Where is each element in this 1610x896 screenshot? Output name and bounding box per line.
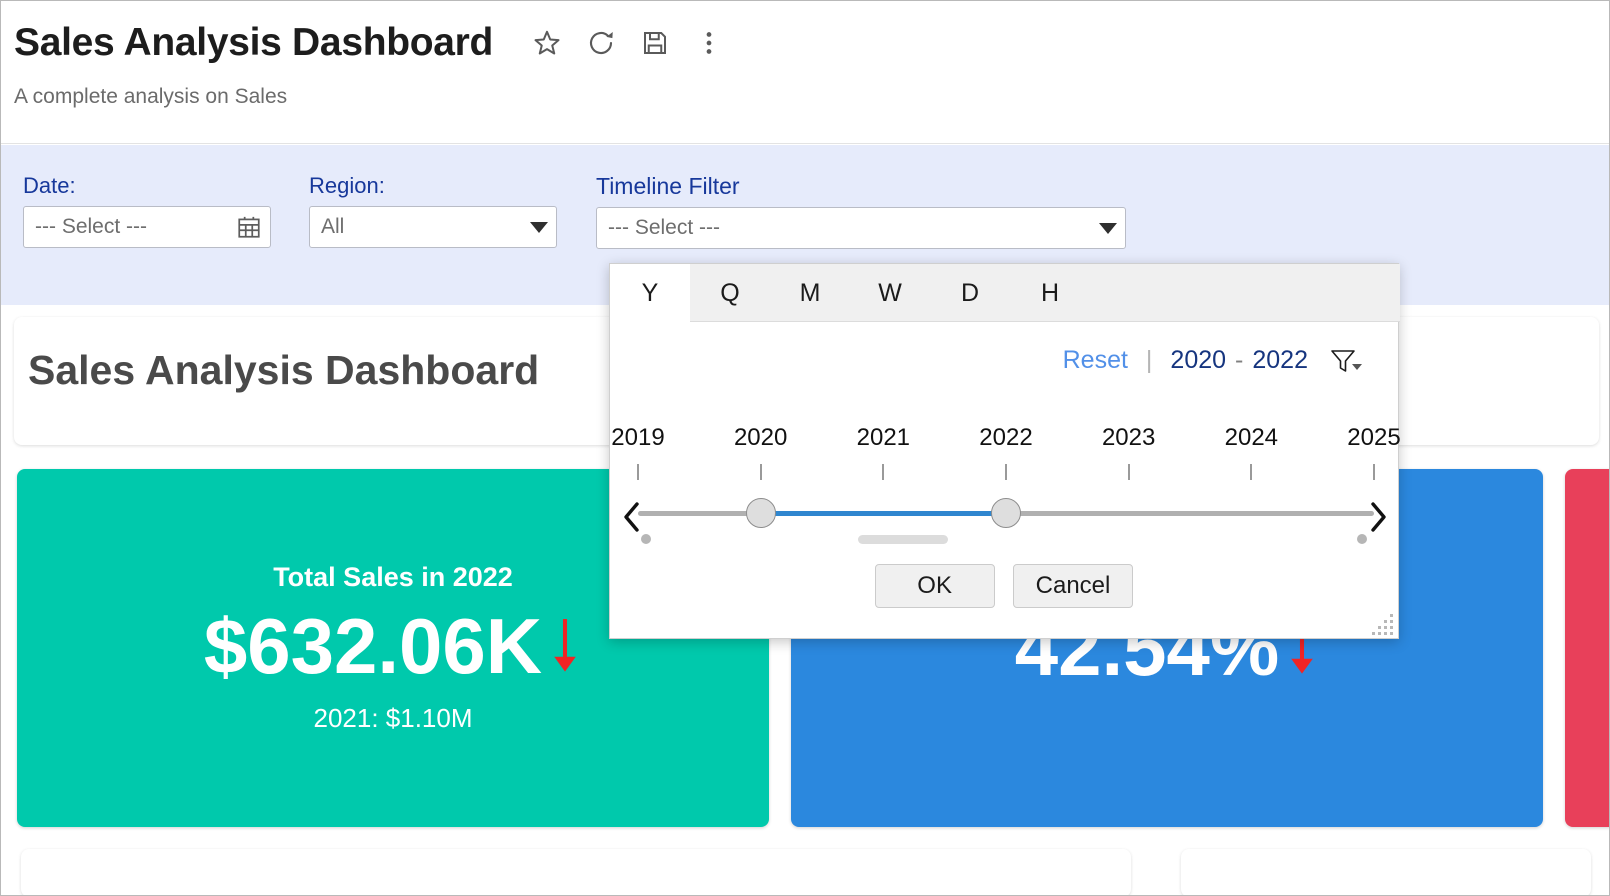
tick-mark [1250, 464, 1252, 480]
tab-week[interactable]: W [850, 264, 930, 322]
app-header: Sales Analysis Dashboard [1, 1, 1610, 144]
ok-button[interactable]: OK [875, 564, 995, 608]
refresh-icon[interactable] [586, 28, 616, 58]
kpi-card-third[interactable] [1565, 469, 1610, 827]
kpi-value-row: $632.06K [204, 607, 582, 685]
bottom-chart-card-left[interactable] [21, 849, 1131, 896]
bottom-chart-card-right[interactable] [1181, 849, 1591, 896]
kpi-subtext: 2021: $1.10M [313, 703, 472, 734]
chevron-down-icon[interactable] [1099, 223, 1117, 234]
range-end-value[interactable]: 2022 [1252, 346, 1308, 375]
tick-label: 2021 [857, 424, 910, 452]
tab-quarter[interactable]: Q [690, 264, 770, 322]
chevron-left-icon[interactable] [618, 500, 646, 534]
timeline-filter-group: Timeline Filter --- Select --- [596, 173, 1126, 249]
chevron-right-icon[interactable] [1364, 500, 1392, 534]
tick-mark [760, 464, 762, 480]
timeline-slider [610, 490, 1400, 544]
dashboard-title: Sales Analysis Dashboard [28, 347, 539, 394]
date-input[interactable]: --- Select --- [23, 206, 271, 248]
tick-label: 2024 [1225, 424, 1278, 452]
page-title: Sales Analysis Dashboard [14, 23, 493, 62]
chevron-down-icon[interactable] [530, 222, 548, 233]
header-actions [532, 28, 724, 58]
scroll-dot-right [1357, 534, 1367, 544]
timeline-tick-marks [638, 464, 1374, 480]
popup-actions: OK Cancel [610, 564, 1398, 608]
tick-mark [882, 464, 884, 480]
dashboard-screen: Sales Analysis Dashboard [0, 0, 1610, 896]
slider-handle-start[interactable] [746, 498, 776, 528]
funnel-icon[interactable] [1330, 347, 1362, 375]
date-input-value: --- Select --- [35, 215, 236, 239]
slider-handle-end[interactable] [991, 498, 1021, 528]
tab-month[interactable]: M [770, 264, 850, 322]
region-filter-label: Region: [309, 173, 557, 199]
region-select[interactable]: All [309, 206, 557, 248]
tab-hour[interactable]: H [1010, 264, 1090, 322]
tick-mark [637, 464, 639, 480]
kpi-value: $632.06K [204, 607, 542, 685]
tick-label: 2019 [611, 424, 664, 452]
region-filter-group: Region: All [309, 173, 557, 248]
trend-down-arrow-icon [548, 615, 582, 677]
save-icon[interactable] [640, 28, 670, 58]
tick-mark [1128, 464, 1130, 480]
tick-mark [1373, 464, 1375, 480]
slider-selected-range [761, 511, 1006, 516]
timeline-tabs: Y Q M W D H [610, 264, 1400, 322]
horizontal-scrollbar[interactable] [858, 535, 948, 544]
tick-mark [1005, 464, 1007, 480]
star-icon[interactable] [532, 28, 562, 58]
tab-day[interactable]: D [930, 264, 1010, 322]
range-start-value[interactable]: 2020 [1170, 346, 1226, 375]
cancel-button[interactable]: Cancel [1013, 564, 1134, 608]
timeline-filter-label: Timeline Filter [596, 173, 1126, 200]
title-row: Sales Analysis Dashboard [14, 23, 724, 62]
scroll-dot-left [641, 534, 651, 544]
bottom-card-row [1, 849, 1610, 896]
timeline-toolbar: Reset | 2020 - 2022 [1063, 346, 1362, 375]
kpi-title: Total Sales in 2022 [273, 562, 513, 593]
tick-label: 2023 [1102, 424, 1155, 452]
date-filter-label: Date: [23, 173, 271, 199]
timeline-select[interactable]: --- Select --- [596, 207, 1126, 249]
timeline-tick-labels: 2019202020212022202320242025 [638, 424, 1374, 452]
timeline-select-value: --- Select --- [608, 216, 1093, 240]
reset-button[interactable]: Reset [1063, 346, 1128, 375]
toolbar-separator: | [1146, 346, 1153, 375]
calendar-icon[interactable] [236, 214, 262, 240]
tick-label: 2025 [1347, 424, 1400, 452]
tick-label: 2020 [734, 424, 787, 452]
more-options-icon[interactable] [694, 28, 724, 58]
page-subtitle: A complete analysis on Sales [14, 85, 287, 109]
region-select-value: All [321, 215, 524, 239]
tab-year[interactable]: Y [610, 264, 690, 322]
resize-handle-icon[interactable] [1370, 610, 1396, 636]
tick-label: 2022 [979, 424, 1032, 452]
slider-rail[interactable] [638, 511, 1374, 516]
range-dash: - [1235, 346, 1243, 375]
date-filter-group: Date: --- Select --- [23, 173, 271, 248]
timeline-filter-popup: Y Q M W D H Reset | 2020 - 2022 2019 2020… [609, 263, 1399, 639]
